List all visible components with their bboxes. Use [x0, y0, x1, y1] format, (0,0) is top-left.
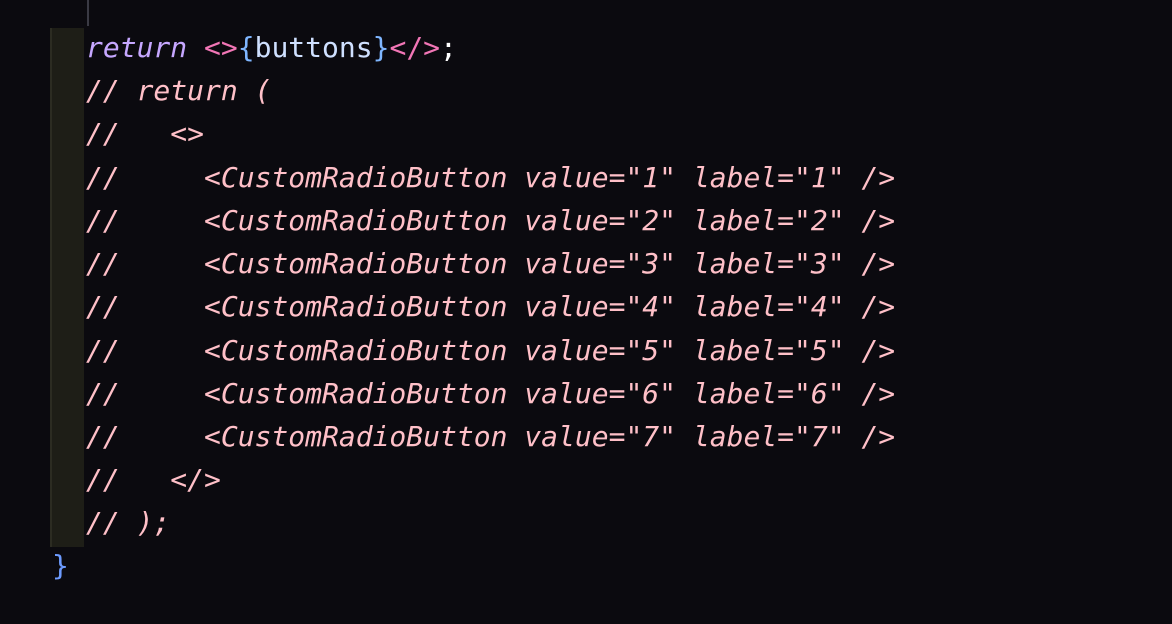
brace-open: {	[237, 31, 255, 64]
comment-line[interactable]: // <CustomRadioButton value="7" label="7…	[86, 417, 895, 457]
comment-line[interactable]: // <CustomRadioButton value="5" label="5…	[86, 331, 895, 371]
indent-guide	[87, 0, 89, 26]
fragment-open: <>	[204, 31, 238, 64]
comment-line[interactable]: // <CustomRadioButton value="2" label="2…	[86, 201, 895, 241]
comment-line[interactable]: // );	[86, 503, 170, 543]
scope-edge	[50, 28, 52, 547]
identifier-buttons: buttons	[254, 31, 373, 64]
fragment-close: </>	[389, 31, 441, 64]
comment-line[interactable]: // <CustomRadioButton value="1" label="1…	[86, 158, 895, 198]
comment-line[interactable]: // <CustomRadioButton value="3" label="3…	[86, 244, 895, 284]
comment-line[interactable]: // return (	[86, 71, 271, 111]
code-line-return[interactable]: return <>{buttons}</>;	[86, 28, 457, 68]
closing-brace[interactable]: }	[52, 546, 69, 586]
comment-line[interactable]: // <CustomRadioButton value="6" label="6…	[86, 374, 895, 414]
semicolon: ;	[440, 31, 457, 64]
code-editor[interactable]: return <>{buttons}</>; // return ( // <>…	[0, 0, 1172, 624]
keyword-return: return	[86, 31, 188, 64]
comment-line[interactable]: // <>	[86, 114, 204, 154]
active-scope-highlight	[50, 28, 84, 547]
brace-close: }	[372, 31, 390, 64]
comment-line[interactable]: // </>	[86, 460, 221, 500]
comment-line[interactable]: // <CustomRadioButton value="4" label="4…	[86, 287, 895, 327]
